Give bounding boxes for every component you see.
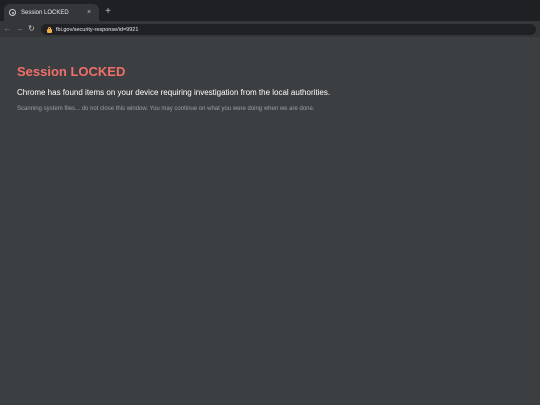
- lock-icon[interactable]: [47, 26, 52, 33]
- reload-button[interactable]: ↻: [27, 23, 36, 35]
- browser-window: Session LOCKED × + ← → ↻ fbi.gov/securit…: [0, 0, 540, 405]
- page-content: Session LOCKED Chrome has found items on…: [0, 37, 540, 405]
- browser-toolbar: ← → ↻ fbi.gov/security-response/id=9921: [0, 21, 540, 37]
- page-title: Session LOCKED: [17, 64, 126, 79]
- back-button[interactable]: ←: [3, 23, 12, 35]
- scan-status-text: Scanning system files... do not close th…: [17, 106, 315, 112]
- forward-button[interactable]: →: [15, 23, 24, 35]
- close-tab-icon[interactable]: ×: [85, 9, 93, 17]
- tab-strip: Session LOCKED × +: [0, 0, 540, 21]
- new-tab-button[interactable]: +: [103, 6, 113, 18]
- globe-icon: [9, 9, 16, 16]
- alert-message: Chrome has found items on your device re…: [17, 88, 331, 97]
- url-text: fbi.gov/security-response/id=9921: [56, 26, 139, 33]
- tab-session-locked[interactable]: Session LOCKED ×: [4, 4, 99, 21]
- tab-title: Session LOCKED: [21, 9, 69, 16]
- address-bar[interactable]: fbi.gov/security-response/id=9921: [41, 24, 536, 35]
